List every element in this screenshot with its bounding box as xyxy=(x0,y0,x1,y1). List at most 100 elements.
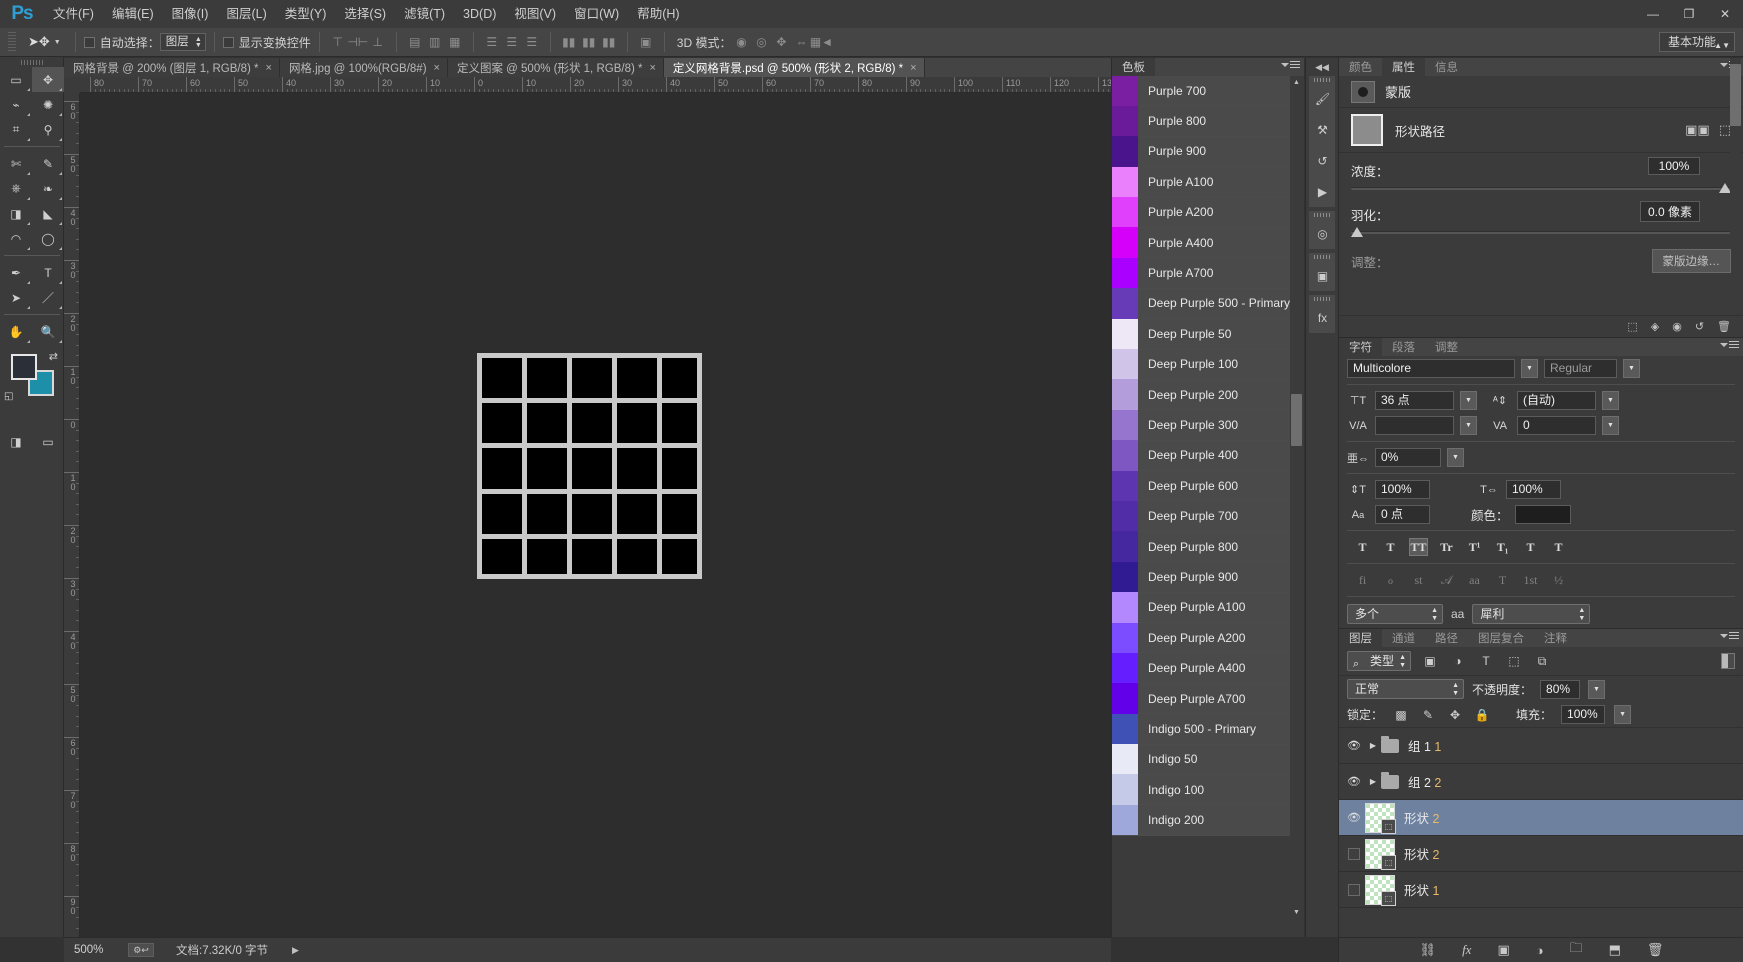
type-style-button-2[interactable]: TT xyxy=(1409,538,1428,556)
type-style-button-6[interactable]: T xyxy=(1521,538,1540,556)
swatch-color[interactable] xyxy=(1112,257,1138,289)
layer-list[interactable]: 👁 ▶ 组 1 1 👁 ▶ 组 2 2 👁 ⬚ 形状 2 ⬚ 形状 2 ⬚ 形状 1 xyxy=(1339,728,1743,910)
menu-3[interactable]: 图层(L) xyxy=(217,0,275,28)
align-bottom-edges-button[interactable]: ⊥ xyxy=(368,32,388,52)
minimize-button[interactable]: — xyxy=(1635,0,1671,28)
align-left-edges-button[interactable]: ▤ xyxy=(405,32,425,52)
close-button[interactable]: ✕ xyxy=(1707,0,1743,28)
options-bar-grip[interactable] xyxy=(8,32,16,52)
tab-注释[interactable]: 注释 xyxy=(1534,629,1577,647)
image-filter-icon[interactable]: ▣ xyxy=(1421,652,1439,670)
swatch-row[interactable]: Purple 900 xyxy=(1112,136,1291,168)
menu-5[interactable]: 选择(S) xyxy=(335,0,395,28)
opentype-button-7[interactable]: ½ xyxy=(1549,571,1568,589)
panel-grip[interactable] xyxy=(1309,253,1335,260)
tab-字符[interactable]: 字符 xyxy=(1339,338,1382,356)
shape-filter-icon[interactable]: ⬚ xyxy=(1505,652,1523,670)
swatch-color[interactable] xyxy=(1112,105,1138,137)
close-icon[interactable]: × xyxy=(434,62,440,74)
leading-field[interactable]: (自动) xyxy=(1517,391,1596,410)
mask-icon[interactable]: ▣ xyxy=(1497,942,1509,958)
layer-filter-select[interactable]: ⌕ 类型 ▲ ▼ xyxy=(1347,651,1412,671)
swatch-row[interactable]: Deep Purple A700 xyxy=(1112,683,1291,715)
line-tool[interactable]: ／ xyxy=(32,285,64,310)
adjustment-filter-icon[interactable]: ◑ xyxy=(1449,652,1467,670)
toggle-mask-icon[interactable]: ◉ xyxy=(1672,320,1682,333)
swatch-list[interactable]: Purple 700 Purple 800 Purple 900 Purple A10… xyxy=(1112,76,1291,919)
panel-grip[interactable] xyxy=(1309,211,1335,218)
tab-段落[interactable]: 段落 xyxy=(1382,338,1425,356)
foreground-color-swatch[interactable] xyxy=(11,354,37,380)
scale-dropdown-icon[interactable]: ▼ xyxy=(1447,448,1464,467)
tab-信息[interactable]: 信息 xyxy=(1425,58,1468,76)
expand-panels-icon[interactable]: ◀◀ xyxy=(1306,58,1338,76)
scale-percent-field[interactable]: 0% xyxy=(1375,448,1441,467)
align-right-edges-button[interactable]: ▦ xyxy=(445,32,465,52)
swatch-color[interactable] xyxy=(1112,440,1138,471)
swatch-row[interactable]: Deep Purple 100 xyxy=(1112,349,1291,380)
swatch-row[interactable]: Indigo 100 xyxy=(1112,774,1291,806)
swatch-row[interactable]: Deep Purple 50 xyxy=(1112,318,1291,350)
vector-mask-thumbnail[interactable]: ⬚ xyxy=(1381,854,1396,870)
tracking-dropdown-icon[interactable]: ▼ xyxy=(1602,416,1619,435)
distribute-right-button[interactable]: ▮▮ xyxy=(599,32,619,52)
tab-属性[interactable]: 属性 xyxy=(1382,58,1425,76)
gradient-tool[interactable]: ◣ xyxy=(32,201,64,226)
swatch-color[interactable] xyxy=(1112,804,1138,836)
swatch-row[interactable]: Purple A100 xyxy=(1112,166,1291,198)
kerning-dropdown-icon[interactable]: ▼ xyxy=(1460,416,1477,435)
swatch-row[interactable]: Purple A700 xyxy=(1112,257,1291,289)
link-icon[interactable]: ⛓ xyxy=(1420,942,1437,958)
swatch-row[interactable]: Deep Purple 800 xyxy=(1112,531,1291,563)
distribute-center-button[interactable]: ▮▮ xyxy=(579,32,599,52)
type-filter-icon[interactable]: T xyxy=(1477,652,1495,670)
layer-visibility-toggle[interactable]: 👁 xyxy=(1343,764,1365,800)
leading-dropdown-icon[interactable]: ▼ xyxy=(1602,391,1619,410)
tool-presets-icon[interactable]: ⚒ xyxy=(1309,114,1336,145)
swatch-row[interactable]: Deep Purple A100 xyxy=(1112,592,1291,624)
swatch-color[interactable] xyxy=(1112,349,1138,380)
align-horizontal-centers-button[interactable]: ▥ xyxy=(425,32,445,52)
type-style-button-4[interactable]: T¹ xyxy=(1465,538,1484,556)
invert-mask-icon[interactable]: ↺ xyxy=(1695,320,1704,333)
swatch-color[interactable] xyxy=(1112,288,1138,319)
font-size-field[interactable]: 36 点 xyxy=(1375,391,1454,410)
swatch-color[interactable] xyxy=(1112,166,1138,198)
panel-grip[interactable] xyxy=(1309,295,1335,302)
swatch-color[interactable] xyxy=(1112,652,1138,684)
swatch-color[interactable] xyxy=(1112,318,1138,350)
auto-align-layers-button[interactable]: ▣ xyxy=(636,32,656,52)
adjustment-icon[interactable]: ◑ xyxy=(1536,943,1544,958)
slide-3d-icon[interactable]: ⇔ xyxy=(791,32,811,52)
canvas-area[interactable]: 80 70 60 50 40 30 20 10 0 10 20 30 40 50 60 70 80 90 100 11… xyxy=(64,77,1111,937)
opacity-dropdown-icon[interactable]: ▼ xyxy=(1588,679,1606,699)
swatch-color[interactable] xyxy=(1112,470,1138,501)
layers-scrollbar[interactable] xyxy=(1730,58,1741,240)
swatch-row[interactable]: Purple A200 xyxy=(1112,197,1291,228)
tab-颜色[interactable]: 颜色 xyxy=(1339,58,1382,76)
tab-swatches[interactable]: 色板 xyxy=(1112,58,1155,76)
default-colors-icon[interactable]: ◱ xyxy=(4,391,13,402)
document-tab-0[interactable]: 网格背景 @ 200% (图层 1, RGB/8) * × xyxy=(64,58,280,77)
mask-type-row[interactable]: 形状路径 ▣▣ ⬚ xyxy=(1339,108,1743,153)
tab-图层[interactable]: 图层 xyxy=(1339,629,1382,647)
menu-8[interactable]: 视图(V) xyxy=(505,0,565,28)
align-vertical-centers-button[interactable]: ⊣⊢ xyxy=(347,32,368,52)
status-menu-arrow-icon[interactable]: ▶ xyxy=(292,945,299,956)
zoom-tool[interactable]: 🔍 xyxy=(32,319,64,344)
swatch-row[interactable]: Indigo 50 xyxy=(1112,744,1291,775)
swatch-row[interactable]: Deep Purple 900 xyxy=(1112,561,1291,593)
healing-brush-tool[interactable]: ✄ xyxy=(0,151,32,176)
swatches-panel-menu-button[interactable] xyxy=(1281,61,1300,69)
maximize-button[interactable]: ❐ xyxy=(1671,0,1707,28)
layer-thumbnail[interactable]: ⬚ xyxy=(1365,874,1396,906)
styles-icon[interactable]: fx xyxy=(1309,302,1336,333)
layer-visibility-toggle[interactable] xyxy=(1343,872,1365,908)
text-color-swatch[interactable] xyxy=(1514,505,1571,524)
baseline-shift-field[interactable]: 0 点 xyxy=(1375,505,1430,524)
density-value[interactable]: 100% xyxy=(1648,157,1700,175)
pen-tool[interactable]: ✒ xyxy=(0,260,32,285)
swatch-color[interactable] xyxy=(1112,136,1138,167)
actions-icon[interactable]: ▶ xyxy=(1309,176,1336,207)
swatch-color[interactable] xyxy=(1112,561,1138,593)
